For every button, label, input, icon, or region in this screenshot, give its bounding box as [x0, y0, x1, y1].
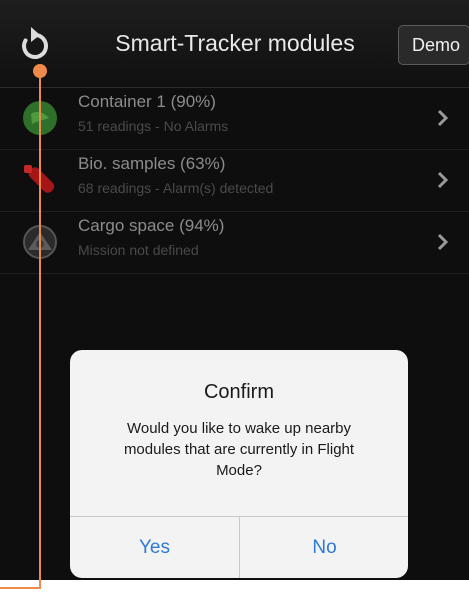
dialog-title: Confirm [203, 381, 274, 403]
chevron-right-icon [437, 233, 449, 251]
green-circle-icon [23, 101, 57, 135]
module-row-cargo-space[interactable]: Cargo space (94%) Mission not defined [0, 212, 469, 274]
navigation-bar: Smart-Tracker modules Demo [0, 0, 469, 88]
module-title: Bio. samples (63%) [78, 154, 226, 173]
module-title: Cargo space (94%) [78, 216, 225, 235]
refresh-icon [22, 27, 48, 59]
grey-globe-icon [23, 225, 57, 259]
module-row-bio-samples[interactable]: Bio. samples (63%) 68 readings - Alarm(s… [0, 150, 469, 212]
dialog-message: Would you like to wake up nearby modules… [123, 420, 355, 479]
module-title: Container 1 (90%) [78, 92, 216, 111]
demo-button[interactable]: Demo [398, 25, 469, 65]
chevron-right-icon [437, 171, 449, 189]
refresh-button[interactable] [18, 26, 52, 64]
confirm-dialog: Confirm Would you like to wake up nearby… [70, 350, 408, 578]
module-subtitle: 68 readings - Alarm(s) detected [78, 180, 274, 196]
module-row-container-1[interactable]: Container 1 (90%) 51 readings - No Alarm… [0, 88, 469, 150]
yes-button[interactable]: Yes [70, 517, 239, 578]
no-button[interactable]: No [240, 517, 408, 578]
red-test-tube-icon [24, 165, 55, 193]
page-title: Smart-Tracker modules [115, 30, 355, 56]
module-subtitle: 51 readings - No Alarms [78, 118, 229, 134]
app-screen: Smart-Tracker modules Demo Container 1 (… [0, 0, 469, 580]
chevron-right-icon [437, 109, 449, 127]
module-subtitle: Mission not defined [78, 242, 199, 258]
